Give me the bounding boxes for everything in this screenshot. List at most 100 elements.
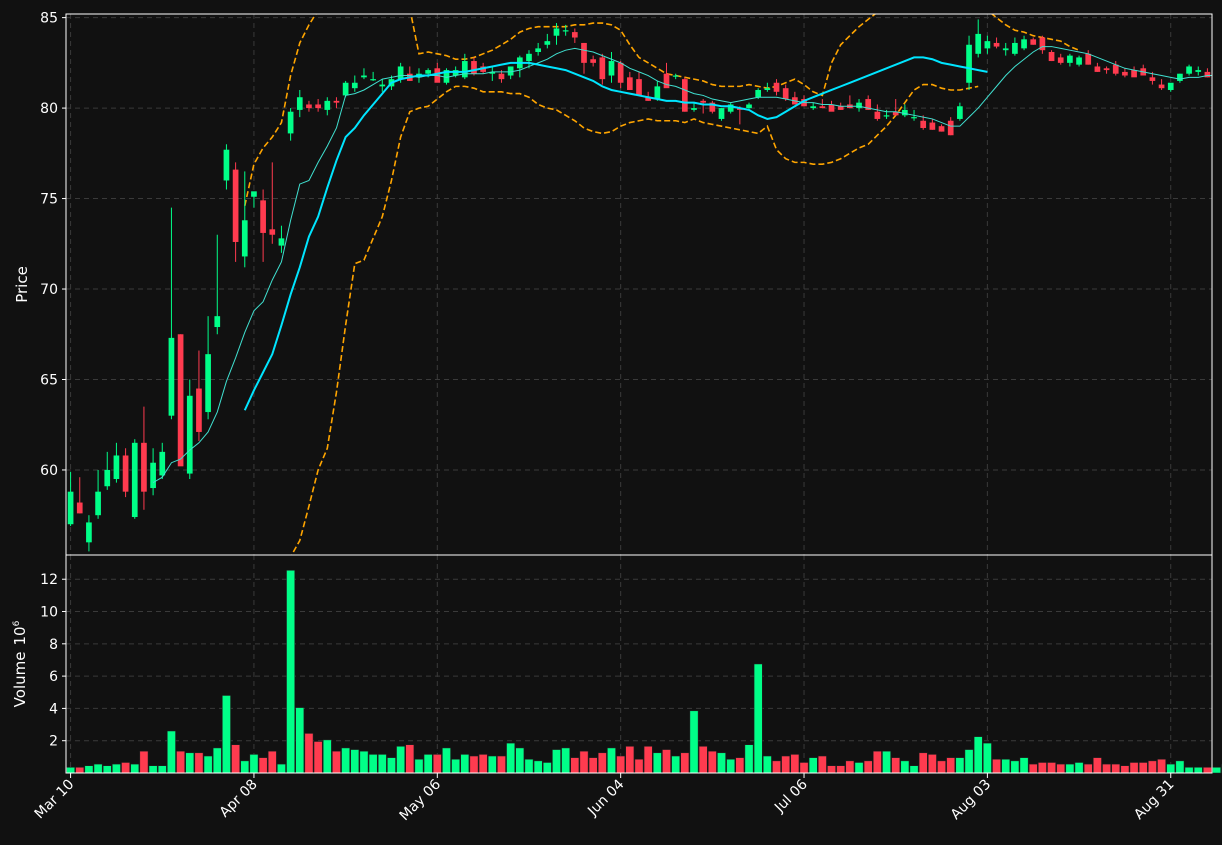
candle-body: [1131, 70, 1137, 78]
candle-body: [1122, 71, 1128, 76]
candle-body: [636, 79, 642, 96]
volume-bar: [662, 749, 671, 774]
candle-body: [654, 86, 661, 100]
candle-body: [1076, 57, 1082, 65]
candle-body: [617, 62, 624, 83]
candle-body: [920, 120, 927, 128]
volume-bar: [1111, 763, 1121, 774]
volume-bar: [983, 742, 992, 774]
candle-body: [837, 106, 844, 110]
volume-bar: [258, 757, 268, 774]
volume-bar: [506, 742, 515, 774]
volume-bar: [313, 741, 323, 774]
volume-bar: [717, 752, 726, 774]
price-tick-label: 80: [40, 101, 58, 117]
candle-body: [1112, 64, 1119, 74]
price-tick-label: 65: [40, 372, 58, 388]
volume-bar: [1157, 759, 1166, 774]
candle-body: [306, 104, 312, 109]
volume-bar: [726, 759, 736, 774]
candlestick-chart: 606570758085 Price 24681012 Volume106 Ma…: [0, 0, 1222, 845]
volume-bar: [1083, 763, 1093, 774]
candle-body: [370, 79, 376, 81]
candle-body: [351, 82, 358, 89]
volume-bar: [478, 754, 488, 774]
candle-body: [828, 104, 835, 112]
volume-bar: [708, 750, 717, 774]
volume-bar: [332, 750, 341, 774]
volume-tick-label: 12: [40, 572, 58, 588]
candle-body: [324, 100, 331, 110]
volume-bar: [616, 755, 625, 774]
candle-body: [810, 106, 817, 109]
volume-bar: [442, 747, 451, 774]
volume-bar: [891, 757, 901, 774]
candle-body: [95, 491, 101, 516]
candle-body: [938, 126, 945, 132]
candle-body: [535, 48, 541, 52]
volume-bar: [634, 759, 644, 774]
candle-body: [755, 89, 762, 98]
candle-body: [526, 53, 532, 62]
candle-body: [507, 66, 514, 76]
candle-body: [1167, 82, 1174, 90]
volume-bar: [368, 754, 378, 774]
candle-body: [984, 41, 991, 49]
volume-bar: [653, 752, 662, 774]
volume-bar: [139, 750, 149, 774]
candle-body: [975, 33, 982, 54]
candle-body: [214, 316, 221, 328]
volume-y-label-power: 6: [12, 620, 22, 626]
volume-bar: [460, 754, 470, 774]
candle-body: [425, 70, 431, 74]
volume-bar: [295, 707, 305, 774]
volume-bar: [396, 746, 405, 774]
candle-body: [1030, 39, 1037, 45]
volume-bar: [1166, 763, 1176, 774]
volume-bar: [552, 749, 561, 774]
candle-body: [553, 28, 560, 36]
volume-tick-label: 6: [49, 669, 58, 685]
candle-body: [746, 104, 752, 109]
candle-body: [782, 88, 789, 100]
volume-bar: [1120, 765, 1130, 774]
candle-body: [397, 66, 404, 80]
volume-bar: [387, 757, 396, 774]
volume-bar: [469, 755, 479, 774]
candle-body: [599, 57, 606, 80]
volume-bar: [570, 757, 580, 774]
candle-body: [498, 73, 505, 80]
candle-body: [571, 32, 578, 38]
candle-body: [966, 44, 972, 83]
candle-body: [196, 388, 202, 432]
candle-body: [76, 502, 83, 514]
volume-bar: [249, 754, 259, 774]
volume-bar: [625, 746, 635, 774]
candle-body: [131, 442, 138, 518]
candle-body: [544, 41, 551, 45]
candle-body: [1002, 48, 1009, 51]
candle-body: [104, 469, 111, 487]
volume-bar: [928, 754, 937, 774]
volume-bar: [148, 765, 158, 774]
candle-body: [296, 97, 303, 110]
candle-body: [333, 100, 340, 103]
candle-body: [1021, 39, 1027, 49]
volume-bar: [176, 750, 185, 774]
candle-body: [562, 30, 569, 32]
candle-body: [929, 122, 936, 130]
volume-bar: [1047, 762, 1056, 774]
volume-bar: [579, 750, 589, 774]
volume-bar: [304, 733, 314, 774]
candle-body: [1158, 84, 1165, 89]
volume-bar: [359, 750, 369, 774]
volume-bar: [607, 747, 616, 774]
volume-bar: [1065, 763, 1075, 774]
candle-body: [590, 59, 597, 63]
volume-bar: [533, 760, 543, 774]
candle-body: [379, 84, 386, 87]
candle-body: [608, 61, 615, 76]
volume-bar: [542, 762, 552, 774]
volume-bar: [735, 757, 745, 774]
volume-bar: [763, 755, 772, 774]
